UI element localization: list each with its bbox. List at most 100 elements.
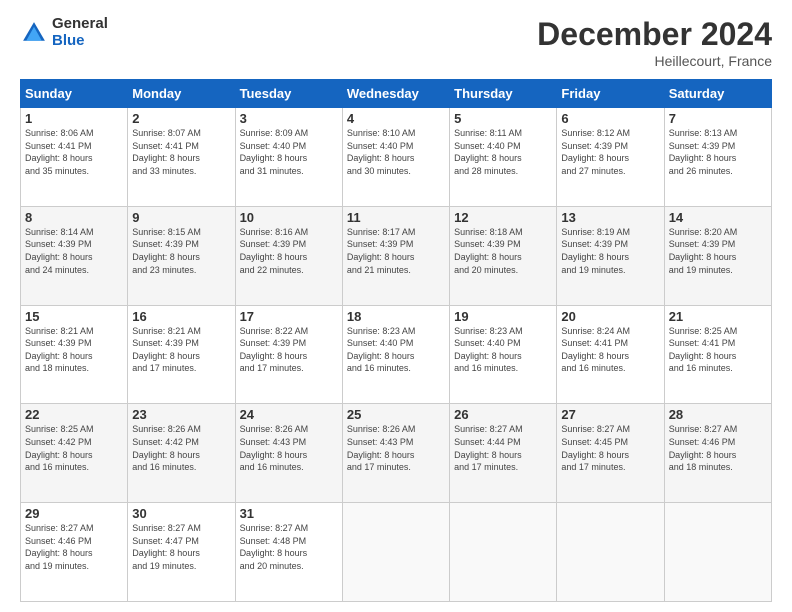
calendar-cell: 18Sunrise: 8:23 AMSunset: 4:40 PMDayligh… xyxy=(342,305,449,404)
info-line: Sunset: 4:43 PM xyxy=(240,436,338,449)
info-line: Daylight: 8 hours xyxy=(347,449,445,462)
info-line: and 28 minutes. xyxy=(454,165,552,178)
day-number: 28 xyxy=(669,407,767,422)
calendar-cell: 2Sunrise: 8:07 AMSunset: 4:41 PMDaylight… xyxy=(128,108,235,207)
day-number: 23 xyxy=(132,407,230,422)
info-line: and 19 minutes. xyxy=(561,264,659,277)
day-info: Sunrise: 8:25 AMSunset: 4:41 PMDaylight:… xyxy=(669,325,767,375)
info-line: Sunrise: 8:26 AM xyxy=(240,423,338,436)
info-line: Sunrise: 8:13 AM xyxy=(669,127,767,140)
day-number: 5 xyxy=(454,111,552,126)
info-line: Sunset: 4:47 PM xyxy=(132,535,230,548)
day-info: Sunrise: 8:11 AMSunset: 4:40 PMDaylight:… xyxy=(454,127,552,177)
col-sunday: Sunday xyxy=(21,80,128,108)
info-line: Sunrise: 8:12 AM xyxy=(561,127,659,140)
calendar-cell: 6Sunrise: 8:12 AMSunset: 4:39 PMDaylight… xyxy=(557,108,664,207)
calendar-cell: 14Sunrise: 8:20 AMSunset: 4:39 PMDayligh… xyxy=(664,206,771,305)
info-line: Daylight: 8 hours xyxy=(347,251,445,264)
info-line: and 23 minutes. xyxy=(132,264,230,277)
calendar-cell xyxy=(664,503,771,602)
day-number: 27 xyxy=(561,407,659,422)
calendar-cell xyxy=(450,503,557,602)
calendar-cell: 8Sunrise: 8:14 AMSunset: 4:39 PMDaylight… xyxy=(21,206,128,305)
day-info: Sunrise: 8:21 AMSunset: 4:39 PMDaylight:… xyxy=(132,325,230,375)
calendar-cell: 16Sunrise: 8:21 AMSunset: 4:39 PMDayligh… xyxy=(128,305,235,404)
col-thursday: Thursday xyxy=(450,80,557,108)
info-line: and 17 minutes. xyxy=(132,362,230,375)
info-line: Sunset: 4:39 PM xyxy=(240,238,338,251)
info-line: Daylight: 8 hours xyxy=(240,350,338,363)
day-number: 16 xyxy=(132,309,230,324)
info-line: Daylight: 8 hours xyxy=(132,350,230,363)
day-number: 19 xyxy=(454,309,552,324)
info-line: and 16 minutes. xyxy=(132,461,230,474)
info-line: Sunset: 4:45 PM xyxy=(561,436,659,449)
info-line: Daylight: 8 hours xyxy=(669,251,767,264)
day-info: Sunrise: 8:26 AMSunset: 4:42 PMDaylight:… xyxy=(132,423,230,473)
info-line: Daylight: 8 hours xyxy=(561,152,659,165)
day-number: 31 xyxy=(240,506,338,521)
calendar-cell: 22Sunrise: 8:25 AMSunset: 4:42 PMDayligh… xyxy=(21,404,128,503)
info-line: Sunset: 4:39 PM xyxy=(25,238,123,251)
info-line: Daylight: 8 hours xyxy=(240,449,338,462)
info-line: and 19 minutes. xyxy=(669,264,767,277)
info-line: Daylight: 8 hours xyxy=(25,251,123,264)
day-number: 14 xyxy=(669,210,767,225)
info-line: Daylight: 8 hours xyxy=(25,152,123,165)
info-line: Daylight: 8 hours xyxy=(669,152,767,165)
info-line: and 19 minutes. xyxy=(25,560,123,573)
info-line: Sunrise: 8:10 AM xyxy=(347,127,445,140)
info-line: Daylight: 8 hours xyxy=(454,350,552,363)
day-number: 25 xyxy=(347,407,445,422)
info-line: Daylight: 8 hours xyxy=(347,152,445,165)
calendar-cell: 11Sunrise: 8:17 AMSunset: 4:39 PMDayligh… xyxy=(342,206,449,305)
info-line: and 16 minutes. xyxy=(454,362,552,375)
info-line: and 30 minutes. xyxy=(347,165,445,178)
info-line: Daylight: 8 hours xyxy=(669,449,767,462)
info-line: Daylight: 8 hours xyxy=(240,251,338,264)
day-info: Sunrise: 8:13 AMSunset: 4:39 PMDaylight:… xyxy=(669,127,767,177)
info-line: and 17 minutes. xyxy=(454,461,552,474)
calendar-week-row: 8Sunrise: 8:14 AMSunset: 4:39 PMDaylight… xyxy=(21,206,772,305)
info-line: Sunset: 4:42 PM xyxy=(132,436,230,449)
calendar-cell: 10Sunrise: 8:16 AMSunset: 4:39 PMDayligh… xyxy=(235,206,342,305)
day-number: 12 xyxy=(454,210,552,225)
info-line: Sunset: 4:39 PM xyxy=(347,238,445,251)
day-info: Sunrise: 8:14 AMSunset: 4:39 PMDaylight:… xyxy=(25,226,123,276)
calendar-cell: 23Sunrise: 8:26 AMSunset: 4:42 PMDayligh… xyxy=(128,404,235,503)
calendar-cell: 30Sunrise: 8:27 AMSunset: 4:47 PMDayligh… xyxy=(128,503,235,602)
info-line: Daylight: 8 hours xyxy=(132,152,230,165)
calendar-cell: 13Sunrise: 8:19 AMSunset: 4:39 PMDayligh… xyxy=(557,206,664,305)
day-number: 20 xyxy=(561,309,659,324)
calendar-cell: 25Sunrise: 8:26 AMSunset: 4:43 PMDayligh… xyxy=(342,404,449,503)
header: General Blue December 2024 Heillecourt, … xyxy=(20,16,772,69)
info-line: Sunset: 4:40 PM xyxy=(454,140,552,153)
info-line: Sunrise: 8:27 AM xyxy=(561,423,659,436)
day-info: Sunrise: 8:09 AMSunset: 4:40 PMDaylight:… xyxy=(240,127,338,177)
calendar-cell: 5Sunrise: 8:11 AMSunset: 4:40 PMDaylight… xyxy=(450,108,557,207)
day-number: 17 xyxy=(240,309,338,324)
info-line: Sunrise: 8:26 AM xyxy=(347,423,445,436)
day-info: Sunrise: 8:20 AMSunset: 4:39 PMDaylight:… xyxy=(669,226,767,276)
info-line: and 21 minutes. xyxy=(347,264,445,277)
info-line: Daylight: 8 hours xyxy=(240,547,338,560)
col-wednesday: Wednesday xyxy=(342,80,449,108)
col-saturday: Saturday xyxy=(664,80,771,108)
day-info: Sunrise: 8:17 AMSunset: 4:39 PMDaylight:… xyxy=(347,226,445,276)
day-number: 10 xyxy=(240,210,338,225)
info-line: Sunrise: 8:09 AM xyxy=(240,127,338,140)
calendar-cell: 4Sunrise: 8:10 AMSunset: 4:40 PMDaylight… xyxy=(342,108,449,207)
info-line: Sunset: 4:39 PM xyxy=(132,337,230,350)
calendar-cell xyxy=(557,503,664,602)
day-info: Sunrise: 8:19 AMSunset: 4:39 PMDaylight:… xyxy=(561,226,659,276)
info-line: and 17 minutes. xyxy=(561,461,659,474)
info-line: and 16 minutes. xyxy=(25,461,123,474)
day-info: Sunrise: 8:26 AMSunset: 4:43 PMDaylight:… xyxy=(347,423,445,473)
day-number: 26 xyxy=(454,407,552,422)
info-line: and 20 minutes. xyxy=(240,560,338,573)
day-number: 9 xyxy=(132,210,230,225)
day-info: Sunrise: 8:27 AMSunset: 4:46 PMDaylight:… xyxy=(669,423,767,473)
info-line: and 17 minutes. xyxy=(240,362,338,375)
day-number: 7 xyxy=(669,111,767,126)
day-number: 11 xyxy=(347,210,445,225)
